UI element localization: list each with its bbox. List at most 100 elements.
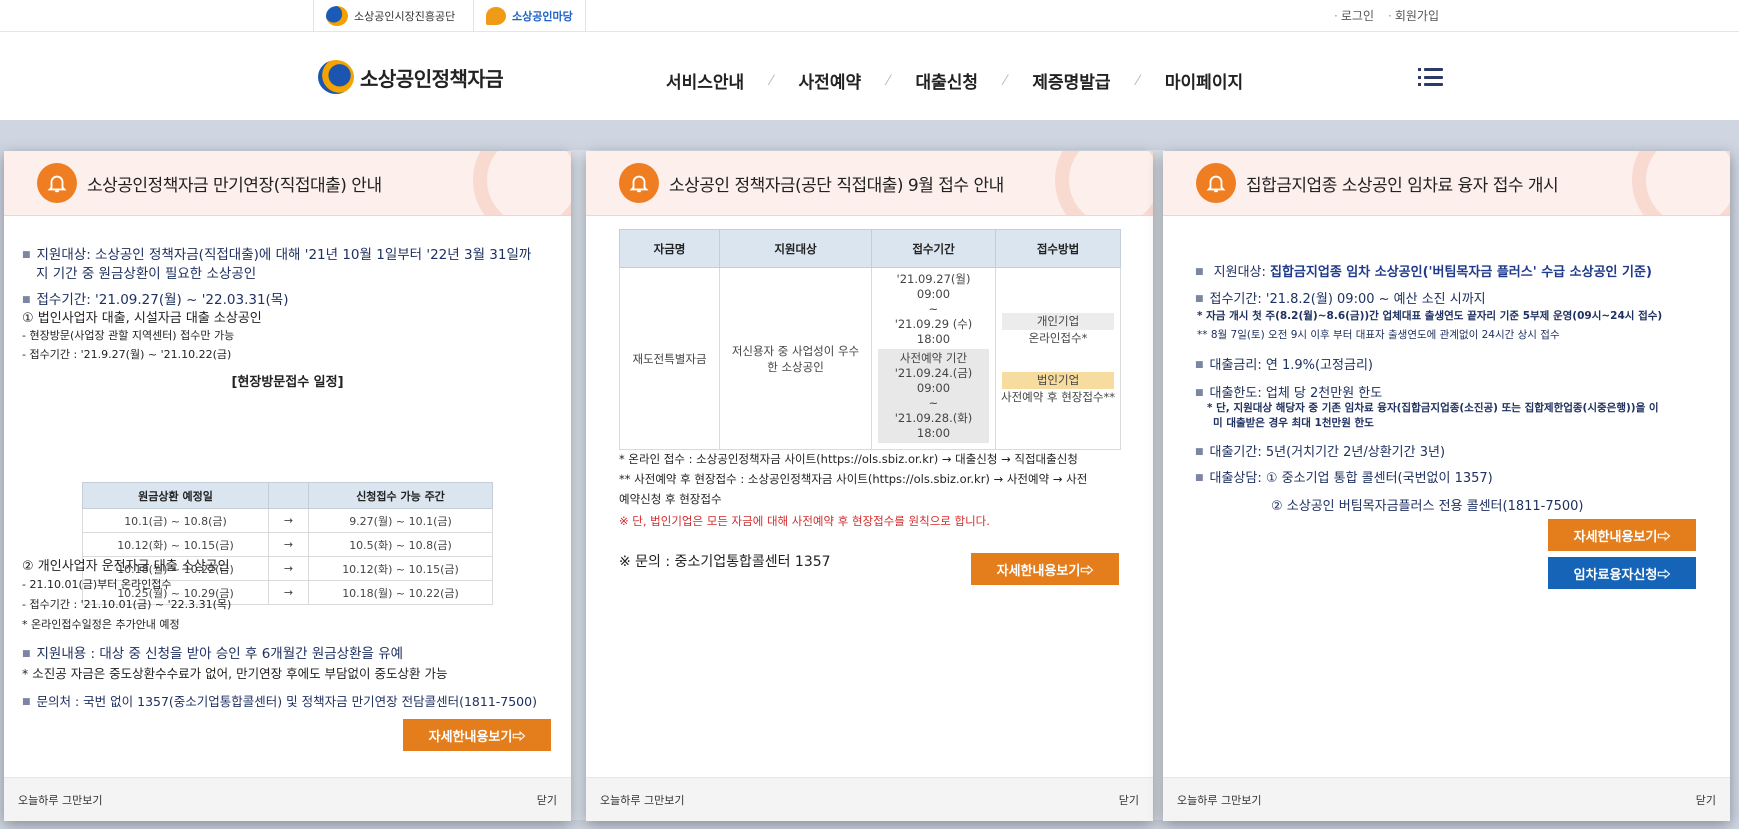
brand-mark-icon [318, 60, 354, 94]
term-line: 대출기간: 5년(거치기간 2년/상환기간 3년) [1195, 441, 1446, 460]
org-link-semas[interactable]: 소상공인시장진흥공단 [313, 0, 467, 31]
popup-rent-loan: 집합금지업종 소상공인 임차료 융자 접수 개시 지원대상: 집합금지업종 임차… [1163, 151, 1730, 821]
reservation-period: 사전예약 기간 '21.09.24.(금) 09:00 ~ '21.09.28.… [878, 349, 989, 443]
schedule-header: 원금상환 예정일 [82, 482, 269, 509]
detail-button[interactable]: 자세한내용보기⇨ [1548, 519, 1696, 551]
detail-button[interactable]: 자세한내용보기⇨ [403, 719, 551, 751]
period-note2: ** 8월 7일(토) 오전 9시 이후 부터 대표자 출생연도에 관계없이 2… [1197, 329, 1560, 341]
nav-reservation[interactable]: 사전예약 [773, 68, 888, 93]
table-header: 지원대상 [719, 229, 872, 268]
case1-period: - 접수기간 : '21.9.27(월) ~ '21.10.22(금) [22, 348, 232, 361]
dismiss-today-link[interactable]: 오늘하루 그만보기 [600, 792, 684, 808]
consult-line: 대출상담: ① 중소기업 통합 콜센터(국번없이 1357) [1195, 467, 1493, 486]
support-note: * 소진공 자금은 중도상환수수료가 없어, 만기연장 후에도 부담없이 중도상… [22, 666, 448, 681]
period-text: '21.09.27(월) [896, 272, 971, 286]
nav-loan[interactable]: 대출신청 [889, 68, 1004, 93]
detail-button[interactable]: 자세한내용보기⇨ [971, 553, 1119, 585]
rate-line: 대출금리: 연 1.9%(고정금리) [1195, 354, 1373, 373]
brand-logo[interactable]: 소상공인정책자금 [318, 60, 504, 94]
popup-body: 지원대상: 소상공인 정책자금(직접대출)에 대해 '21년 10월 1일부터 … [4, 217, 571, 777]
dismiss-today-link[interactable]: 오늘하루 그만보기 [1177, 792, 1261, 808]
org-link-label: 소상공인마당 [512, 9, 573, 23]
popup-header: 소상공인 정책자금(공단 직접대출) 9월 접수 안내 [586, 151, 1153, 216]
table-row: 10.1(금) ~ 10.8(금) → 9.27(월) ~ 10.1(금) [82, 508, 493, 533]
popup-footer: 오늘하루 그만보기 닫기 [1163, 777, 1730, 821]
period-text: 사전예약 기간 [899, 351, 968, 365]
inquiry-line: ※ 문의 : 중소기업통합콜센터 1357 [619, 554, 831, 570]
fund-table: 자금명 지원대상 접수기간 접수방법 재도전특별자금 저신용자 중 사업성이 우… [619, 229, 1121, 450]
method-individual: 개인기업 [1002, 312, 1114, 330]
nav-certificate[interactable]: 제증명발급 [1006, 68, 1136, 93]
repay-date: 10.12(화) ~ 10.15(금) [82, 532, 269, 557]
bell-icon [1196, 163, 1236, 203]
repay-date: 10.1(금) ~ 10.8(금) [82, 508, 269, 533]
period-text: '21.09.29 (수) [894, 317, 973, 331]
login-link[interactable]: 로그인 [1334, 7, 1374, 24]
close-link[interactable]: 닫기 [537, 792, 557, 808]
schedule-title: [현장방문접수 일정] [231, 375, 344, 390]
fund-target: 저신용자 중 사업성이 우수한 소상공인 [719, 267, 872, 450]
target-line-cont: 지 기간 중 원금상환이 필요한 소상공인 [36, 266, 257, 282]
fund-name: 재도전특별자금 [619, 267, 720, 450]
rent-loan-apply-button[interactable]: 임차료융자신청⇨ [1548, 557, 1696, 589]
join-link[interactable]: 회원가입 [1388, 7, 1439, 24]
nav-mypage[interactable]: 마이페이지 [1139, 68, 1269, 93]
table-header: 접수기간 [871, 229, 996, 268]
note-offline: ** 사전예약 후 현장접수 : 소상공인정책자금 사이트(https://ol… [619, 472, 1088, 486]
apply-week: 10.5(화) ~ 10.8(금) [308, 532, 493, 557]
popup-body: 자금명 지원대상 접수기간 접수방법 재도전특별자금 저신용자 중 사업성이 우… [586, 217, 1153, 777]
period-line: 접수기간: '21.09.27(월) ~ '22.03.31(목) [22, 288, 289, 308]
table-row: 10.12(화) ~ 10.15(금) → 10.5(화) ~ 10.8(금) [82, 532, 493, 557]
target-label: 지원대상: [1213, 265, 1271, 280]
arrow-icon: → [268, 580, 309, 605]
org-link-sbiz[interactable]: 소상공인마당 [473, 0, 586, 31]
period-text: 09:00 [916, 381, 951, 395]
main-nav: 서비스안내 ⁄ 사전예약 ⁄ 대출신청 ⁄ 제증명발급 ⁄ 마이페이지 [640, 68, 1269, 94]
method-corp-desc: 사전예약 후 현장접수** [1000, 389, 1116, 404]
schedule-header: 신청접수 가능 주간 [308, 482, 493, 509]
limit-note-cont: 미 대출받은 경우 최대 1천만원 한도 [1213, 417, 1374, 429]
period-text: ~ [928, 302, 939, 316]
bell-icon [619, 163, 659, 203]
popup-september-intake: 소상공인 정책자금(공단 직접대출) 9월 접수 안내 자금명 지원대상 접수기… [586, 151, 1153, 821]
period-text: ~ [928, 396, 939, 410]
case2-period: - 접수기간 : '21.10.01(금) ~ '22.3.31(목) [22, 598, 232, 611]
popup-maturity-extension: 소상공인정책자금 만기연장(직접대출) 안내 지원대상: 소상공인 정책자금(직… [4, 151, 571, 821]
fund-period: '21.09.27(월) 09:00 ~ '21.09.29 (수) 18:00… [871, 267, 996, 450]
support-line: 지원내용 : 대상 중 신청을 받아 승인 후 6개월간 원금상환을 유예 [22, 642, 404, 662]
note-offline-cont: 예약신청 후 현장접수 [619, 492, 722, 506]
brand-name: 소상공인정책자금 [360, 66, 504, 91]
popup-footer: 오늘하루 그만보기 닫기 [4, 777, 571, 821]
schedule-header [268, 482, 309, 509]
table-header: 자금명 [619, 229, 720, 268]
semas-logo-icon [326, 5, 348, 26]
hamburger-menu-icon[interactable] [1418, 68, 1443, 86]
popup-title: 소상공인 정책자금(공단 직접대출) 9월 접수 안내 [669, 175, 1004, 196]
period-text: 18:00 [916, 332, 951, 346]
close-link[interactable]: 닫기 [1696, 792, 1716, 808]
case2-heading: ② 개인사업자 운전자금 대출 소상공인 [22, 559, 230, 574]
table-header: 접수방법 [995, 229, 1121, 268]
corp-warning: ※ 단, 법인기업은 모든 자금에 대해 사전예약 후 현장접수를 원칙으로 합… [619, 514, 990, 528]
site-header: 소상공인정책자금 서비스안내 ⁄ 사전예약 ⁄ 대출신청 ⁄ 제증명발급 ⁄ 마… [0, 32, 1739, 120]
popup-footer: 오늘하루 그만보기 닫기 [586, 777, 1153, 821]
dismiss-today-link[interactable]: 오늘하루 그만보기 [18, 792, 102, 808]
case1-heading: ① 법인사업자 대출, 시설자금 대출 소상공인 [22, 311, 262, 326]
popup-body: 지원대상: 집합금지업종 임차 소상공인('버팀목자금 플러스' 수급 소상공인… [1163, 217, 1730, 777]
nav-service[interactable]: 서비스안내 [640, 68, 770, 93]
bell-icon [37, 163, 77, 203]
method-corp: 법인기업 [1002, 371, 1114, 389]
limit-note: * 단, 지원대상 해당자 중 기존 임차료 융자(집합금지업종(소진공) 또는… [1207, 402, 1659, 414]
popup-header: 소상공인정책자금 만기연장(직접대출) 안내 [4, 151, 571, 216]
period-text: 18:00 [916, 426, 951, 440]
popup-title: 집합금지업종 소상공인 임차료 융자 접수 개시 [1246, 175, 1559, 196]
table-row: 재도전특별자금 저신용자 중 사업성이 우수한 소상공인 '21.09.27(월… [619, 267, 1121, 450]
period-text: '21.09.28.(화) [894, 411, 973, 425]
close-link[interactable]: 닫기 [1119, 792, 1139, 808]
case2-note: - 21.10.01(금)부터 온라인접수 [22, 578, 172, 591]
sbiz-logo-icon [486, 6, 506, 25]
target-value: 집합금지업종 임차 소상공인('버팀목자금 플러스' 수급 소상공인 기준) [1270, 265, 1652, 280]
arrow-icon: → [268, 532, 309, 557]
popup-header: 집합금지업종 소상공인 임차료 융자 접수 개시 [1163, 151, 1730, 216]
util-links: 로그인 회원가입 [1334, 7, 1439, 24]
